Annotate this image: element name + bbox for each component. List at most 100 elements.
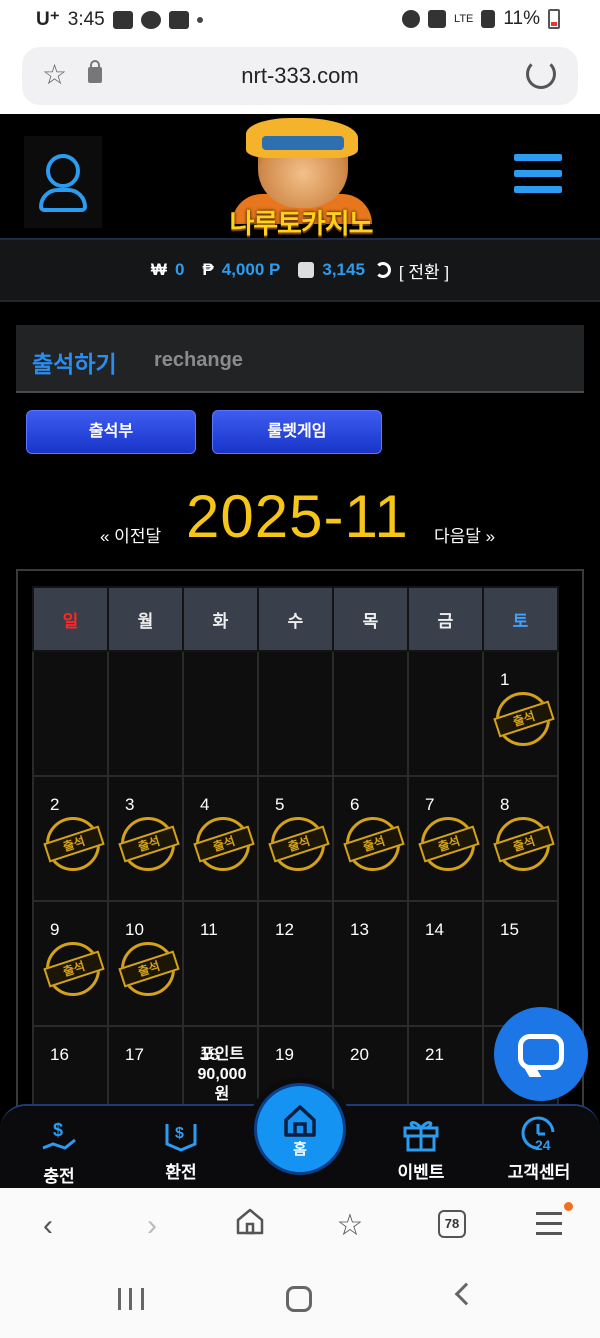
point-reward-label: 포인트 90,000 원 [190,1045,254,1105]
site-logo[interactable]: 나루토카지노 [218,118,384,239]
prev-month-link[interactable]: « 이전달 [100,522,161,547]
convert-button[interactable]: [ 전환 ] [399,258,449,283]
day-number: 6 [350,795,360,814]
attendance-stamp-label: 출석 [493,700,555,738]
calendar-week-row: 2 출석 3 출석 4 출석 5 출석 6 출석 7 출석 8 출석 [32,775,559,902]
back-icon[interactable]: ‹ [28,1206,68,1246]
point-icon: ₱ [202,260,214,279]
calendar-day-cell: 8 출석 [482,775,559,902]
attendance-stamp-icon: 출석 [118,942,180,996]
nav-charge[interactable]: $ 충전 [4,1114,114,1192]
page-title-ko: 출석하기 [32,351,117,377]
nav-exchange-label: 환전 [165,1163,197,1182]
day-number: 9 [50,920,60,939]
day-number: 2 [50,795,60,814]
calendar-day-cell: 7 출석 [407,775,484,902]
day-number: 20 [350,1045,369,1064]
calendar-day-cell: 5 출석 [257,775,334,902]
balance-bar: ₩ 0 ₱ 4,000 P 3,145 [ 전환 ] [0,240,600,302]
day-number: 19 [275,1045,294,1064]
roulette-game-button[interactable]: 룰렛게임 [212,410,382,454]
user-icon [46,154,80,188]
battery-icon [548,9,560,29]
attendance-book-button[interactable]: 출석부 [26,410,196,454]
svg-text:$: $ [53,1120,63,1140]
calendar-day-cell [107,650,184,777]
calendar-day-cell: 9 출석 [32,900,109,1027]
point-balance: 4,000 P [221,260,281,279]
day-number: 5 [275,795,285,814]
day-number: 16 [50,1045,69,1064]
forward-icon[interactable]: › [132,1206,172,1246]
browser-bottom-bar: ‹ › ☆ 78 [0,1188,600,1264]
calendar-day-cell: 12 [257,900,334,1027]
site-header: 나루토카지노 [0,114,600,240]
svg-text:24: 24 [535,1137,551,1152]
next-month-link[interactable]: 다음달 » [434,522,495,547]
calendar-day-cell [332,650,409,777]
nav-charge-label: 충전 [43,1167,75,1186]
calendar-day-cell: 10 출석 [107,900,184,1027]
nav-home[interactable]: 홈 [254,1083,346,1175]
reload-icon[interactable] [526,59,556,89]
day-number: 17 [125,1045,144,1064]
system-home-icon[interactable] [286,1286,312,1312]
browser-menu-icon[interactable] [536,1212,562,1242]
weekday-header: 목 [332,586,409,652]
attendance-stamp-icon: 출석 [493,817,555,871]
network-label: LTE [454,13,474,25]
current-month: 2025-11 [186,483,409,550]
month-navigation: « 이전달 2025-11 다음달 » [0,480,600,560]
cash-balance: 0 [174,260,185,279]
day-number: 14 [425,920,444,939]
notification-dot [564,1202,573,1211]
nav-support-label: 고객센터 [507,1163,571,1182]
support-24-icon: 24 [519,1114,559,1153]
attendance-stamp-label: 출석 [268,825,330,863]
browser-toolbar: ☆ nrt-333.com [0,40,600,114]
nav-event[interactable]: 이벤트 [366,1110,476,1188]
calendar-day-cell: 4 출석 [182,775,259,902]
gift-icon [401,1114,441,1152]
carrier-label: U⁺ [36,9,60,30]
nav-support[interactable]: 24 고객센터 [484,1110,594,1188]
calendar-day-cell: 3 출석 [107,775,184,902]
day-number: 15 [500,920,519,939]
attendance-stamp-icon: 출석 [193,817,255,871]
calendar-week-row: 9 출석 10 출석 11 12 13 14 15 [32,900,559,1027]
refresh-icon[interactable] [374,262,391,278]
weekday-header: 금 [407,586,484,652]
clock: 3:45 [67,8,105,30]
chip-icon [298,262,315,278]
weekday-header: 토 [482,586,559,652]
user-button[interactable] [24,136,102,228]
won-icon: ₩ [150,260,167,279]
point-reward-line: 포인트 [199,1046,245,1063]
weekday-header: 일 [32,586,109,652]
attendance-stamp-icon: 출석 [268,817,330,871]
weekday-header: 월 [107,586,184,652]
day-number: 21 [425,1045,444,1064]
exchange-icon: $ [161,1114,201,1152]
page-title: 출석하기 rechange [16,325,584,393]
url-text[interactable]: nrt-333.com [22,63,578,89]
tabs-count-button[interactable]: 78 [438,1210,466,1238]
nav-event-label: 이벤트 [397,1163,445,1182]
home-page-icon[interactable] [230,1206,270,1246]
point-reward-line: 원 [214,1086,230,1103]
attendance-stamp-label: 출석 [118,825,180,863]
bookmarks-icon[interactable]: ☆ [330,1206,370,1246]
nav-home-label: 홈 [293,1141,307,1158]
calendar-day-cell: 11 [182,900,259,1027]
recent-apps-icon[interactable] [118,1288,144,1310]
nav-exchange[interactable]: $ 환전 [126,1110,236,1188]
address-bar[interactable]: ☆ nrt-333.com [22,47,578,105]
attendance-stamp-label: 출석 [43,825,105,863]
home-icon [282,1102,318,1138]
system-back-icon[interactable] [454,1282,478,1306]
gallery-icon [112,10,133,29]
point-reward-line: 90,000 [197,1066,247,1083]
menu-hamburger-icon[interactable] [514,154,562,198]
live-chat-button[interactable] [494,1007,588,1101]
calendar-day-cell: 14 [407,900,484,1027]
